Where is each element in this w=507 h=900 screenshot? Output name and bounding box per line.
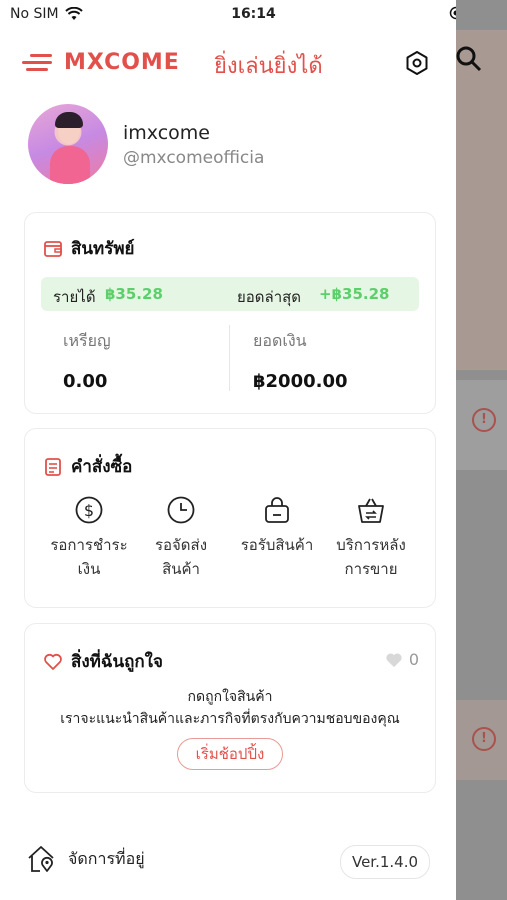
order-pending-payment-label-1: รอการชำระ — [50, 536, 128, 554]
wallet-card[interactable]: สินทรัพย์ รายได้ ฿35.28 ยอดล่าสุด +฿35.2… — [24, 212, 436, 414]
order-pending-receipt[interactable]: รอรับสินค้า — [227, 495, 327, 557]
orders-card: คำสั่งซื้อ $ รอการชำระ เงิน รอจัดส่ง สิน… — [24, 428, 436, 608]
order-pending-receipt-label-1: รอรับสินค้า — [240, 536, 314, 554]
heart-filled-icon — [386, 653, 402, 667]
status-time: 16:14 — [231, 6, 276, 22]
brand-slogan: ยิ่งเล่นยิ่งได้ — [214, 54, 323, 79]
balance-label: ยอดเงิน — [253, 331, 307, 350]
menu-icon[interactable] — [22, 54, 52, 72]
orders-title-text: คำสั่งซื้อ — [71, 457, 133, 477]
profile-username: imxcome — [123, 122, 210, 144]
heart-icon — [44, 653, 62, 670]
start-shopping-button[interactable]: เริ่มช้อปปิ้ง — [177, 738, 283, 770]
favorites-empty-title: กดถูกใจสินค้า — [187, 689, 273, 705]
order-after-sales-label-1: บริการหลัง — [336, 536, 406, 554]
wallet-title: สินทรัพย์ — [43, 235, 135, 262]
order-pending-shipment-label-2: สินค้า — [162, 560, 200, 578]
clock-icon — [167, 496, 195, 524]
order-pending-shipment-label-1: รอจัดส่ง — [154, 536, 208, 554]
order-after-sales[interactable]: บริการหลัง การขาย — [321, 495, 421, 581]
manage-address-link[interactable]: จัดการที่อยู่ — [26, 844, 145, 874]
background-page-overlay[interactable]: ! ! — [456, 0, 507, 900]
coins-label: เหรียญ — [63, 331, 111, 350]
bag-icon — [265, 497, 289, 523]
side-drawer: MXCOME ยิ่งเล่นยิ่งได้ imxcome @mxcomeof… — [0, 30, 456, 900]
balance-value[interactable]: ฿2000.00 — [253, 371, 348, 392]
favorites-count: 0 — [385, 650, 419, 669]
latest-value: +฿35.28 — [319, 285, 390, 303]
home-location-icon — [28, 846, 54, 872]
order-pending-payment[interactable]: $ รอการชำระ เงิน — [39, 495, 139, 581]
profile-handle: @mxcomeofficia — [123, 148, 265, 168]
divider — [229, 325, 230, 391]
svg-text:$: $ — [84, 501, 94, 520]
settings-icon[interactable] — [404, 50, 430, 76]
income-label: รายได้ — [53, 288, 96, 306]
order-after-sales-label-2: การขาย — [344, 560, 398, 578]
avatar[interactable] — [28, 104, 108, 184]
background-banner — [456, 30, 507, 370]
order-pending-shipment[interactable]: รอจัดส่ง สินค้า — [131, 495, 231, 581]
dollar-circle-icon: $ — [75, 496, 103, 524]
income-value: ฿35.28 — [105, 285, 163, 303]
status-bar: No SIM 16:14 — [0, 0, 507, 30]
profile-section[interactable]: imxcome @mxcomeofficia — [28, 104, 448, 186]
alert-icon: ! — [472, 408, 496, 432]
favorites-count-value: 0 — [408, 650, 419, 669]
favorites-title[interactable]: สิ่งที่ฉันถูกใจ — [43, 648, 163, 675]
order-list-icon — [45, 457, 61, 476]
basket-return-icon — [358, 498, 384, 523]
manage-address-label: จัดการที่อยู่ — [68, 848, 145, 868]
orders-title: คำสั่งซื้อ — [43, 453, 132, 480]
app-version: Ver.1.4.0 — [340, 845, 430, 879]
order-pending-payment-label-2: เงิน — [77, 560, 101, 578]
favorites-empty-description: เราจะแนะนำสินค้าและภารกิจที่ตรงกับความชอ… — [60, 711, 400, 727]
latest-label: ยอดล่าสุด — [237, 288, 302, 306]
alert-icon: ! — [472, 727, 496, 751]
coins-value[interactable]: 0.00 — [63, 371, 107, 392]
background-search-icon — [456, 46, 482, 72]
wallet-icon — [44, 240, 62, 257]
favorites-card: สิ่งที่ฉันถูกใจ 0 กดถูกใจสินค้า เราจะแนะ… — [24, 623, 436, 793]
wallet-title-text: สินทรัพย์ — [71, 239, 135, 259]
drawer-header: MXCOME ยิ่งเล่นยิ่งได้ — [0, 30, 456, 96]
brand-logo: MXCOME — [64, 50, 180, 75]
income-banner: รายได้ ฿35.28 ยอดล่าสุด +฿35.28 — [41, 277, 419, 311]
favorites-title-text: สิ่งที่ฉันถูกใจ — [71, 652, 163, 672]
